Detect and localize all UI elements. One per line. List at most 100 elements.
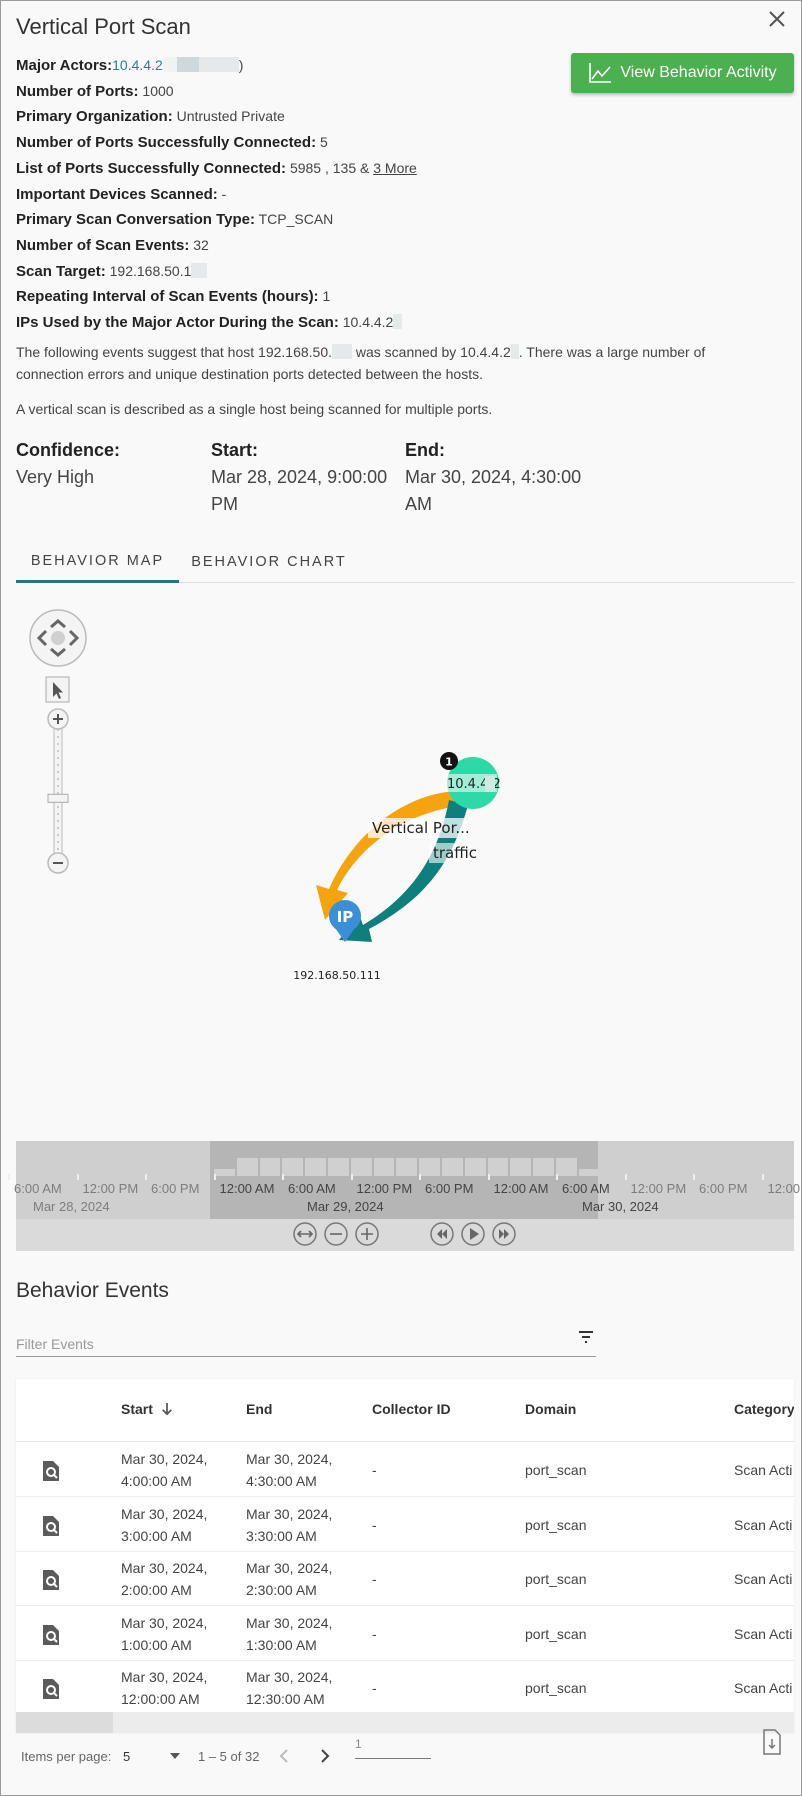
- horizontal-scrollbar[interactable]: [16, 1712, 794, 1733]
- select-tool-button[interactable]: [45, 676, 70, 703]
- timeline-bar: [373, 1158, 395, 1176]
- play-button[interactable]: [460, 1221, 486, 1247]
- timeline-bar: [305, 1158, 326, 1176]
- timeline-zoom-in-button[interactable]: [354, 1221, 380, 1247]
- prop-key: Important Devices Scanned:: [16, 185, 218, 203]
- timeline-bar: [487, 1158, 509, 1176]
- table-row[interactable]: Mar 30, 2024, 12:00:00 AM Mar 30, 2024, 12:…: [16, 1661, 794, 1715]
- timeline-bar: [556, 1158, 577, 1176]
- end-value: Mar 30, 2024, 4:30:00: [405, 467, 582, 487]
- scan-description: The following events suggest that host 1…: [16, 341, 776, 385]
- page-range: 1 – 5 of 32: [198, 1749, 260, 1764]
- tab-behavior-chart[interactable]: BEHAVIOR CHART: [179, 541, 359, 583]
- redacted-text: [393, 314, 403, 330]
- description-text: was scanned by 10.4.4.2: [352, 344, 511, 360]
- prop-major-actors: Major Actors:10.4.4.2): [16, 53, 417, 79]
- previous-page-icon[interactable]: [278, 1748, 290, 1764]
- cell-start-time: 1:00:00 AM: [121, 1636, 192, 1653]
- col-collector-id[interactable]: Collector ID: [372, 1401, 451, 1417]
- tab-behavior-map[interactable]: BEHAVIOR MAP: [16, 541, 179, 583]
- redacted-text: [510, 344, 519, 359]
- prop-key: Primary Scan Conversation Type:: [16, 211, 255, 229]
- view-tabs: BEHAVIOR MAP BEHAVIOR CHART: [16, 541, 794, 583]
- table-row[interactable]: Mar 30, 2024, 1:00:00 AM Mar 30, 2024, 1:30…: [16, 1607, 794, 1661]
- file-search-icon[interactable]: [42, 1569, 60, 1591]
- timeline-tick-label: 12:00: [767, 1181, 801, 1196]
- table-header: Start End Collector ID Domain Category: [16, 1379, 794, 1442]
- cell-collector-id: -: [372, 1516, 377, 1533]
- edge-label-text: Vertical Por...: [372, 819, 470, 837]
- col-start[interactable]: Start: [121, 1401, 173, 1417]
- page-number-input[interactable]: 1: [355, 1737, 431, 1759]
- file-search-icon[interactable]: [42, 1624, 60, 1646]
- prop-key: IPs Used by the Major Actor During the S…: [16, 314, 339, 332]
- prop-important-devices: Important Devices Scanned: -: [16, 182, 417, 208]
- prop-conversation-type: Primary Scan Conversation Type: TCP_SCAN: [16, 207, 417, 233]
- ip-pin-text: IP: [337, 908, 354, 926]
- timeline-bar: [419, 1158, 440, 1176]
- end-label: End:: [405, 440, 445, 460]
- major-actor-link[interactable]: 10.4.4.2: [112, 57, 163, 73]
- prop-number-of-ports: Number of Ports: 1000: [16, 79, 417, 105]
- timeline-tick-label: 6:00 AM: [562, 1181, 610, 1196]
- zoom-out-icon: [324, 1222, 348, 1246]
- file-search-icon[interactable]: [42, 1460, 60, 1482]
- end-value-cont: AM: [405, 494, 432, 514]
- start-label: Start:: [211, 440, 259, 460]
- timeline-tick-label: 12:00 AM: [493, 1181, 549, 1196]
- arrow-down-icon: [161, 1403, 172, 1416]
- table-row[interactable]: Mar 30, 2024, 3:00:00 AM Mar 30, 2024, 3:30…: [16, 1498, 794, 1552]
- filter-icon[interactable]: [576, 1329, 596, 1345]
- next-page-icon[interactable]: [319, 1748, 331, 1764]
- file-search-icon[interactable]: [42, 1678, 60, 1700]
- zoom-handle[interactable]: [47, 793, 69, 803]
- view-behavior-activity-button[interactable]: View Behavior Activity: [571, 53, 794, 93]
- fit-button[interactable]: [292, 1221, 318, 1247]
- col-domain[interactable]: Domain: [525, 1401, 576, 1417]
- timeline-zoom-out-button[interactable]: [323, 1221, 349, 1247]
- cell-start: Mar 30, 2024,: [121, 1669, 208, 1685]
- close-button[interactable]: [765, 7, 789, 31]
- confidence-label: Confidence:: [16, 440, 121, 460]
- prop-primary-organization: Primary Organization: Untrusted Private: [16, 104, 417, 130]
- start-value: Mar 28, 2024, 9:00:00: [211, 467, 388, 487]
- confidence-block: Confidence: Very High: [16, 437, 120, 491]
- behavior-map[interactable]: Vertical Por... traffic 10.4.4.2 1 IP 19…: [16, 583, 794, 1141]
- col-end[interactable]: End: [246, 1401, 272, 1417]
- behavior-events-title: Behavior Events: [16, 1279, 169, 1302]
- timeline-bar: [578, 1169, 600, 1176]
- rewind-button[interactable]: [429, 1221, 455, 1247]
- rewind-icon: [430, 1222, 454, 1246]
- timeline-tick: [145, 1174, 147, 1180]
- filter-events-input[interactable]: [16, 1323, 556, 1355]
- timeline-date: Mar 28, 2024: [33, 1199, 110, 1214]
- timeline-bar: [259, 1158, 281, 1176]
- timeline-tick-label: 12:00 PM: [630, 1181, 687, 1196]
- zoom-in-icon: [355, 1222, 379, 1246]
- timeline-selected-window[interactable]: [210, 1141, 598, 1219]
- cell-collector-id: -: [372, 1625, 377, 1642]
- cell-start: Mar 30, 2024,: [121, 1560, 208, 1576]
- table-row[interactable]: Mar 30, 2024, 2:00:00 AM Mar 30, 2024, 2:30…: [16, 1552, 794, 1606]
- prop-port-list: List of Ports Successfully Connected: 59…: [16, 156, 417, 182]
- fit-icon: [293, 1222, 317, 1246]
- more-ports-link[interactable]: 3 More: [373, 160, 417, 176]
- confidence-value: Very High: [16, 467, 95, 487]
- timeline-tick: [487, 1174, 490, 1180]
- cell-domain: port_scan: [525, 1680, 587, 1696]
- items-per-page-select[interactable]: 5: [123, 1749, 130, 1764]
- caret-down-icon[interactable]: [170, 1753, 180, 1759]
- zoom-slider[interactable]: [47, 708, 69, 874]
- col-category[interactable]: Category: [734, 1401, 794, 1417]
- file-download-icon[interactable]: [762, 1729, 782, 1755]
- redacted-text: [191, 262, 208, 278]
- timeline-tick: [8, 1174, 10, 1180]
- redacted-text: [176, 57, 199, 72]
- scrollbar-thumb[interactable]: [16, 1712, 113, 1733]
- table-row[interactable]: Mar 30, 2024, 4:00:00 AM Mar 30, 2024, 4:30…: [16, 1443, 794, 1497]
- file-search-icon[interactable]: [42, 1515, 60, 1537]
- timeline[interactable]: 6:00 AM 12:00 PM 6:00 PM 12:00 AM 6:00 AM 12:…: [8, 1141, 800, 1251]
- fast-forward-button[interactable]: [491, 1221, 517, 1247]
- cell-category: Scan Acti: [734, 1516, 793, 1533]
- pan-control[interactable]: [29, 609, 87, 667]
